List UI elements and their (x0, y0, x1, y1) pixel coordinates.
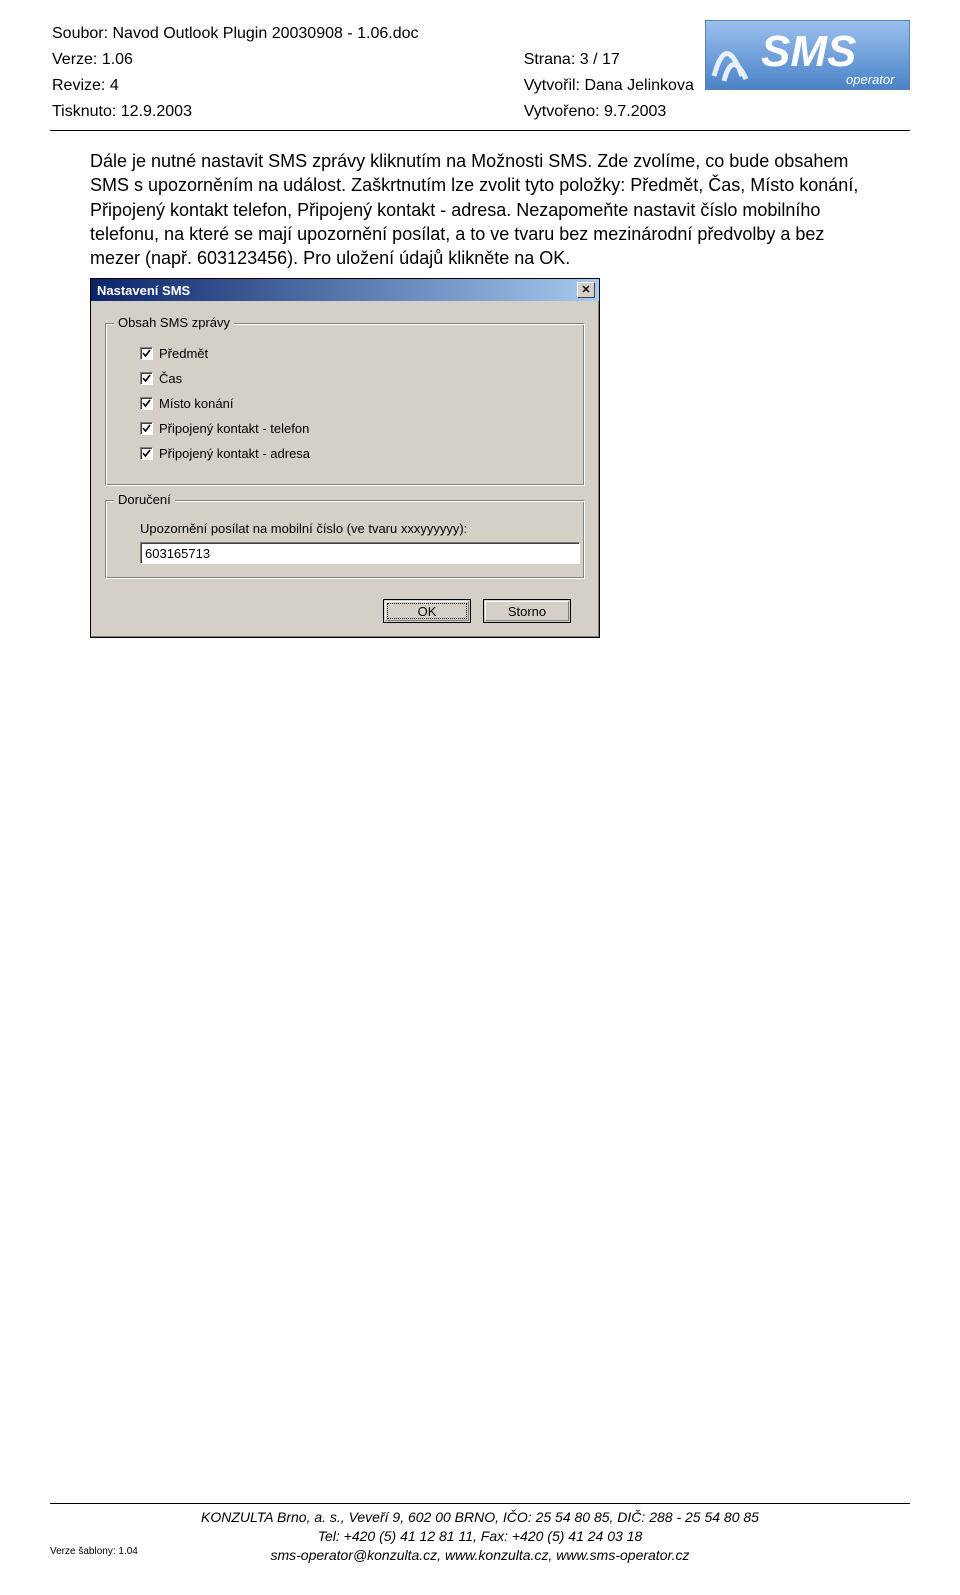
file-label: Soubor: (52, 25, 108, 42)
checkbox-row[interactable]: Místo konání (140, 396, 570, 411)
checkmark-icon (142, 399, 151, 408)
checkbox-label: Čas (159, 371, 182, 386)
sms-settings-dialog: Nastavení SMS ✕ Obsah SMS zprávy Předmět… (90, 278, 600, 638)
document-footer: KONZULTA Brno, a. s., Veveří 9, 602 00 B… (50, 1503, 910, 1565)
cancel-button-label: Storno (508, 604, 546, 619)
created-label: Vytvořeno: (524, 103, 600, 120)
checkmark-icon (142, 374, 151, 383)
dialog-body: Obsah SMS zprávy Předmět Čas Místo konání P… (91, 301, 599, 637)
checkbox[interactable] (140, 447, 153, 460)
logo-text-main: SMS (761, 27, 856, 76)
checkbox-row[interactable]: Předmět (140, 346, 570, 361)
group-sms-content: Obsah SMS zprávy PředmětČasMísto konáníP… (105, 323, 585, 486)
printed-value: 12.9.2003 (121, 103, 192, 120)
version-value: 1.06 (102, 51, 133, 68)
close-button[interactable]: ✕ (577, 282, 595, 298)
instruction-paragraph: Dále je nutné nastavit SMS zprávy kliknu… (90, 149, 870, 270)
group-legend-delivery: Doručení (114, 492, 175, 507)
checkbox-row[interactable]: Připojený kontakt - adresa (140, 446, 570, 461)
checkbox-label: Připojený kontakt - adresa (159, 446, 310, 461)
page-value: 3 / 17 (580, 51, 620, 68)
sms-operator-logo: SMS operator (705, 20, 910, 90)
logo-text-sub: operator (846, 72, 895, 87)
checkmark-icon (142, 424, 151, 433)
checkbox[interactable] (140, 372, 153, 385)
created-value: 9.7.2003 (604, 103, 666, 120)
header-divider (50, 130, 910, 131)
version-label: Verze: (52, 51, 97, 68)
page-label: Strana: (524, 51, 576, 68)
checkbox[interactable] (140, 422, 153, 435)
checkmark-icon (142, 349, 151, 358)
page: Soubor: Navod Outlook Plugin 20030908 - … (0, 0, 960, 1595)
file-value: Navod Outlook Plugin 20030908 - 1.06.doc (113, 25, 419, 42)
ok-button-label: OK (418, 604, 437, 619)
checkbox[interactable] (140, 347, 153, 360)
checkbox-label: Předmět (159, 346, 208, 361)
footer-divider (50, 1503, 910, 1504)
footer-line-2: Tel: +420 (5) 41 12 81 11, Fax: +420 (5)… (50, 1527, 910, 1546)
ok-button[interactable]: OK (383, 599, 471, 623)
dialog-titlebar[interactable]: Nastavení SMS ✕ (91, 279, 599, 301)
close-icon: ✕ (581, 285, 590, 296)
dialog-title: Nastavení SMS (97, 283, 190, 298)
document-header: Soubor: Navod Outlook Plugin 20030908 - … (50, 20, 910, 131)
footer-line-1: KONZULTA Brno, a. s., Veveří 9, 602 00 B… (50, 1508, 910, 1527)
revision-label: Revize: (52, 77, 105, 94)
phone-field-label: Upozornění posílat na mobilní číslo (ve … (140, 521, 570, 536)
group-legend-content: Obsah SMS zprávy (114, 315, 234, 330)
checkbox-row[interactable]: Čas (140, 371, 570, 386)
group-delivery: Doručení Upozornění posílat na mobilní č… (105, 500, 585, 579)
cancel-button[interactable]: Storno (483, 599, 571, 623)
dialog-button-row: OK Storno (105, 593, 585, 623)
footer-line-3: sms-operator@konzulta.cz, www.konzulta.c… (50, 1546, 910, 1565)
checkmark-icon (142, 449, 151, 458)
revision-value: 4 (110, 77, 119, 94)
created-by-label: Vytvořil: (524, 77, 580, 94)
printed-label: Tisknuto: (52, 103, 116, 120)
created-by-value: Dana Jelinkova (584, 77, 693, 94)
checkbox-row[interactable]: Připojený kontakt - telefon (140, 421, 570, 436)
phone-input[interactable] (140, 542, 580, 564)
checkbox-label: Místo konání (159, 396, 233, 411)
checkbox-label: Připojený kontakt - telefon (159, 421, 309, 436)
checkbox[interactable] (140, 397, 153, 410)
